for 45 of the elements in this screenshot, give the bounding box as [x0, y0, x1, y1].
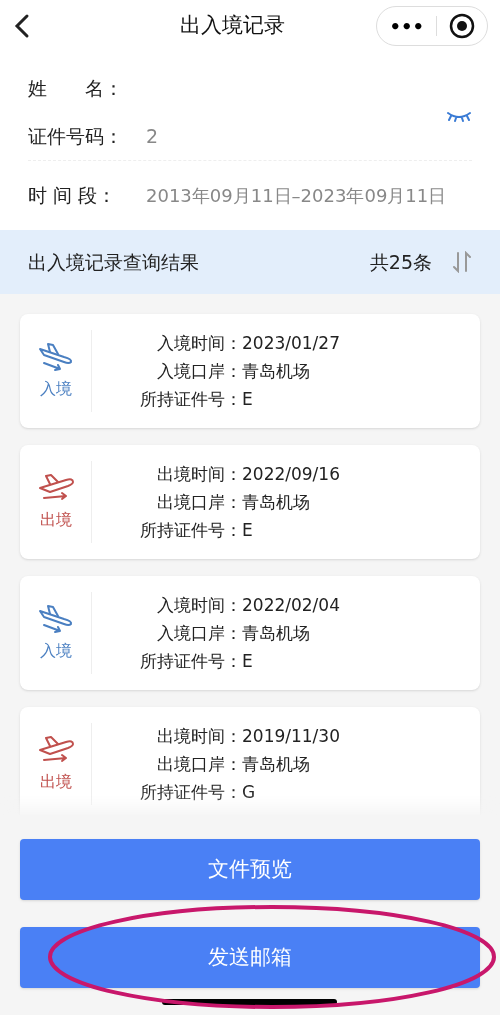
field-value: 2022/09/16 — [242, 463, 341, 486]
field-value: 2023/01/27 — [242, 332, 341, 355]
field-label: 出境口岸： — [156, 491, 242, 514]
field-value: 青岛机场 — [242, 360, 311, 383]
field-label: 入境时间： — [156, 594, 242, 617]
field-label: 入境口岸： — [156, 622, 242, 645]
results-title: 出入境记录查询结果 — [28, 249, 200, 275]
field-label: 所持证件号： — [139, 519, 242, 542]
eye-closed-icon[interactable] — [446, 110, 472, 122]
direction-label: 出境 — [39, 771, 72, 793]
field-label: 出境时间： — [156, 463, 242, 486]
record-card[interactable]: 入境 入境时间：2023/01/27 入境口岸：青岛机场 所持证件号：E — [20, 314, 480, 428]
direction-label: 出境 — [39, 509, 72, 531]
field-value: E — [242, 650, 254, 673]
info-label: 时 间 段： — [28, 183, 118, 209]
results-count: 共25条 — [369, 249, 432, 275]
info-label: 证件号码： — [28, 123, 124, 149]
direction-label: 入境 — [39, 378, 72, 400]
field-label: 入境时间： — [156, 332, 242, 355]
field-value: E — [242, 388, 254, 411]
info-value: 2013年09月11日–2023年09月11日 — [146, 184, 447, 208]
field-value: 青岛机场 — [242, 622, 311, 645]
field-value: E — [242, 519, 254, 542]
action-button[interactable]: 文件预览 — [20, 839, 480, 900]
field-value: 青岛机场 — [242, 491, 311, 514]
action-button[interactable]: 发送邮箱 — [20, 927, 480, 988]
more-button[interactable]: ••• — [389, 12, 424, 40]
field-value: 2019/11/30 — [242, 725, 341, 748]
page-title: 出入境记录 — [178, 12, 286, 40]
field-label: 所持证件号： — [139, 388, 242, 411]
field-label: 出境口岸： — [156, 753, 242, 776]
field-label: 所持证件号： — [139, 781, 242, 804]
record-card[interactable]: 入境 入境时间：2022/02/04 入境口岸：青岛机场 所持证件号：E — [20, 576, 480, 690]
info-value: 2 — [146, 123, 159, 149]
field-value: G — [242, 781, 257, 804]
field-label: 入境口岸： — [156, 360, 242, 383]
field-value: 2022/02/04 — [242, 594, 341, 617]
direction-label: 入境 — [39, 640, 72, 662]
record-card[interactable]: 出境 出境时间：2022/09/16 出境口岸：青岛机场 所持证件号：E — [20, 445, 480, 559]
record-card[interactable]: 出境 出境时间：2019/11/30 出境口岸：青岛机场 所持证件号：G — [20, 707, 480, 815]
field-label: 所持证件号： — [139, 650, 242, 673]
target-icon[interactable] — [449, 13, 475, 39]
info-label: 姓 名： — [28, 75, 124, 101]
field-value: 青岛机场 — [242, 753, 311, 776]
field-label: 出境时间： — [156, 725, 242, 748]
